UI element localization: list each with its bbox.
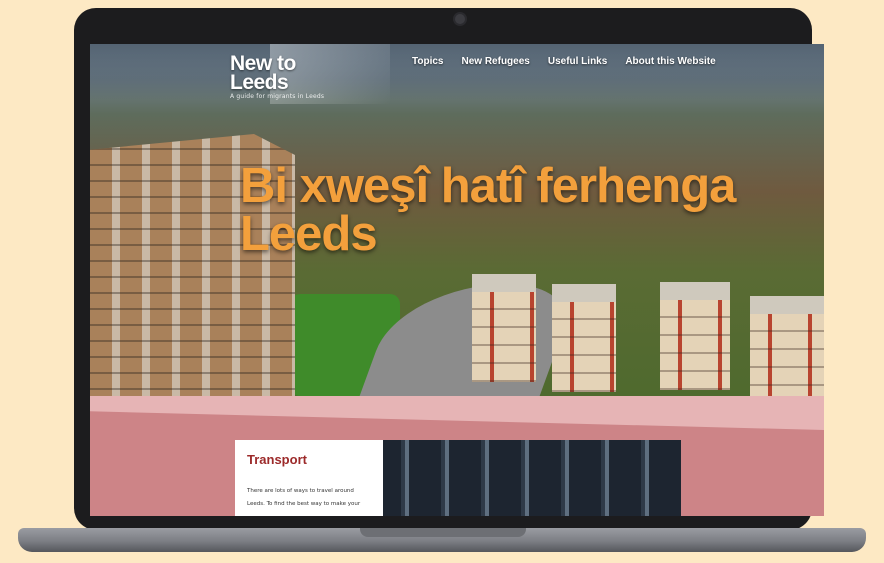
building-roof: [552, 284, 616, 304]
card-body: There are lots of ways to travel around …: [247, 485, 371, 511]
laptop-screen: New to Leeds A guide for migrants in Lee…: [90, 44, 824, 516]
webcam-icon: [455, 14, 465, 24]
nav-item-topics[interactable]: Topics: [412, 56, 443, 67]
card-body-line: Leeds. To find the best way to make your: [247, 501, 361, 507]
card-image: [383, 440, 681, 516]
card-text-panel: Transport There are lots of ways to trav…: [235, 440, 383, 516]
apartment-block: [660, 300, 730, 390]
building-roof: [472, 274, 536, 294]
hero-banner: New to Leeds A guide for migrants in Lee…: [90, 44, 824, 396]
site-logo[interactable]: New to Leeds: [230, 53, 320, 93]
hero-title: Bi xweşî hatî ferhenga Leeds: [240, 159, 736, 261]
nav-item-new-refugees[interactable]: New Refugees: [461, 56, 529, 67]
building-roof: [750, 296, 824, 316]
site-tagline: A guide for migrants in Leeds: [230, 93, 325, 100]
nav-item-useful-links[interactable]: Useful Links: [548, 56, 607, 67]
nav-item-about[interactable]: About this Website: [625, 56, 715, 67]
building-roof: [660, 282, 730, 302]
card-title: Transport: [247, 452, 307, 467]
laptop-hinge-notch: [360, 528, 526, 537]
card-body-line: There are lots of ways to travel around: [247, 488, 354, 494]
apartment-block: [750, 314, 824, 396]
apartment-block: [472, 292, 536, 382]
main-nav: Topics New Refugees Useful Links About t…: [412, 56, 716, 67]
transport-card[interactable]: Transport There are lots of ways to trav…: [235, 440, 681, 516]
apartment-block: [552, 302, 616, 392]
